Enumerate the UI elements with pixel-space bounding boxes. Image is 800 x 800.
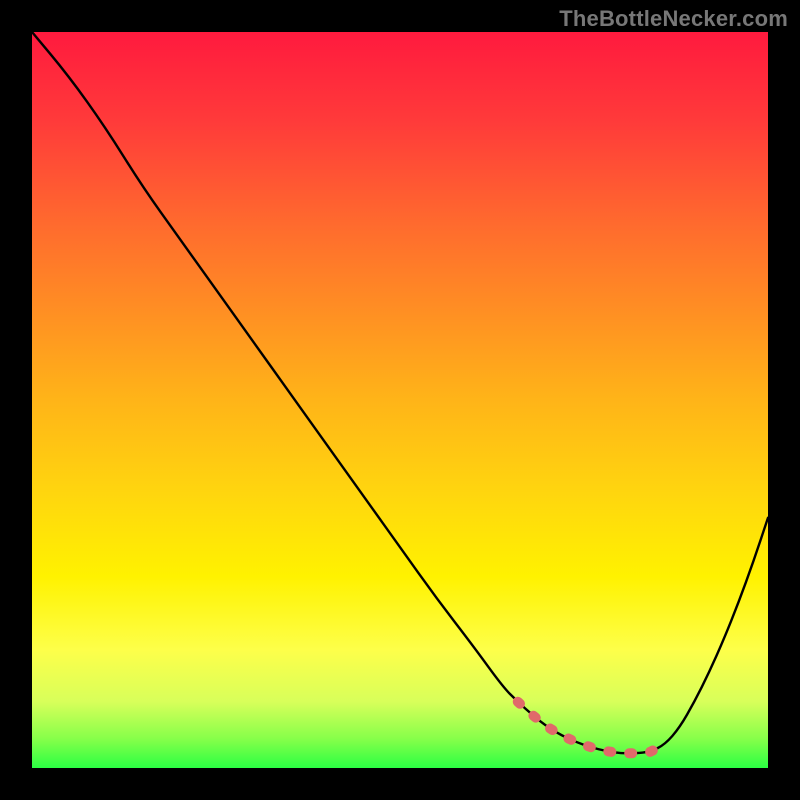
chart-svg <box>32 32 768 768</box>
watermark-text: TheBottleNecker.com <box>559 6 788 32</box>
bottleneck-curve <box>32 32 768 753</box>
optimal-zone-marker <box>518 702 665 754</box>
